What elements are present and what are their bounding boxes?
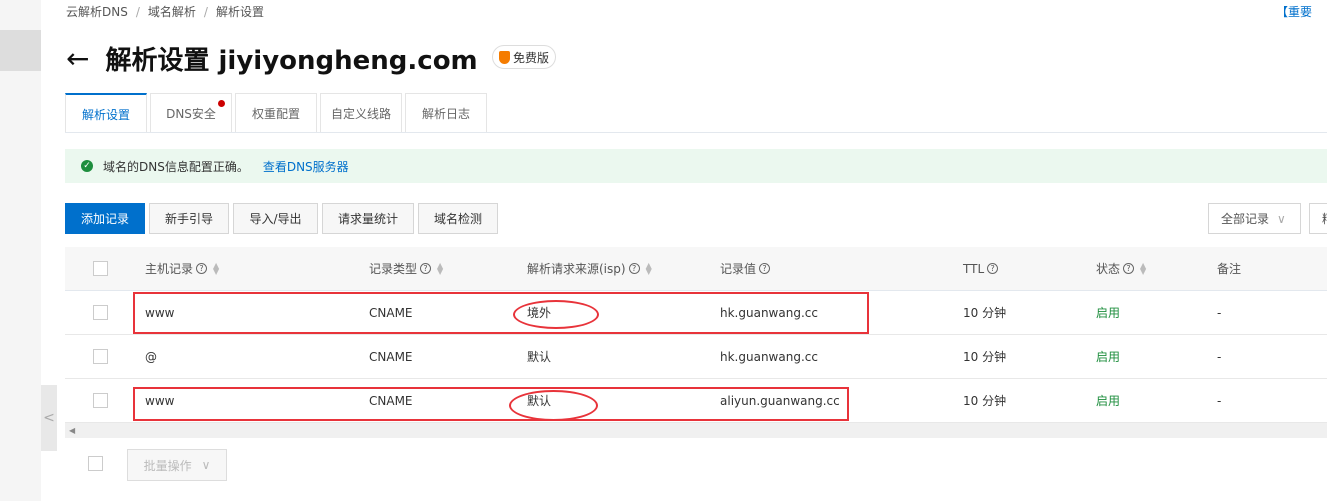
col-note: 备注: [1217, 262, 1242, 276]
tab-resolve-settings[interactable]: 解析设置: [65, 93, 147, 133]
notice-link[interactable]: 【重要: [1276, 3, 1312, 20]
sidebar: [0, 0, 41, 501]
cell-status: 启用: [1096, 306, 1121, 320]
horizontal-scrollbar[interactable]: ◀: [65, 423, 1327, 438]
record-filter-select[interactable]: 全部记录 ∨: [1208, 203, 1301, 234]
chevron-down-icon: ∨: [201, 458, 211, 472]
scroll-left-icon[interactable]: ◀: [69, 426, 75, 435]
sidebar-collapse-handle[interactable]: <: [41, 385, 57, 451]
col-host: 主机记录? ▲ ▼: [145, 260, 220, 276]
request-stats-button[interactable]: 请求量统计: [322, 203, 414, 234]
annotation-box: [133, 387, 849, 421]
select-all-checkbox[interactable]: [93, 261, 108, 276]
cell-ttl: 10 分钟: [963, 394, 1007, 408]
sort-icon[interactable]: ▲ ▼: [646, 261, 652, 275]
plan-badge: 免费版: [492, 45, 557, 69]
tab-label: 解析日志: [421, 107, 470, 121]
tab-label: 权重配置: [251, 107, 300, 121]
sort-icon[interactable]: ▲ ▼: [437, 261, 443, 275]
col-type: 记录类型? ▲ ▼: [369, 260, 444, 276]
cell-note: -: [1217, 349, 1222, 364]
cell-status: 启用: [1096, 350, 1121, 364]
cell-isp: 默认: [527, 350, 552, 364]
cell-value: hk.guanwang.cc: [720, 349, 818, 364]
tab-label: 解析设置: [81, 107, 130, 122]
cell-note: -: [1217, 305, 1222, 320]
search-select[interactable]: 精: [1309, 203, 1327, 234]
table-header: 主机记录? ▲ ▼ 记录类型? ▲ ▼ 解析请求来源(isp)? ▲ ▼ 记录值? TTL?…: [65, 247, 1327, 291]
cell-ttl: 10 分钟: [963, 350, 1007, 364]
breadcrumb-item[interactable]: 域名解析: [148, 5, 196, 19]
col-ttl: TTL?: [963, 247, 999, 290]
tab-dns-security[interactable]: DNS安全: [150, 93, 232, 133]
page-title: 解析设置 jiyiyongheng.com: [105, 46, 478, 76]
breadcrumb: 云解析DNS / 域名解析 / 解析设置: [66, 5, 264, 19]
notification-dot: [218, 100, 225, 107]
divider: [65, 132, 1327, 133]
cell-ttl: 10 分钟: [963, 306, 1007, 320]
col-value: 记录值?: [720, 247, 771, 290]
row-checkbox[interactable]: [93, 393, 108, 408]
annotation-ellipse: [513, 300, 599, 329]
help-icon[interactable]: ?: [420, 263, 432, 274]
filter-label: 全部记录: [1221, 212, 1270, 226]
badge-label: 免费版: [513, 50, 550, 65]
sidebar-item[interactable]: [0, 30, 41, 71]
help-icon[interactable]: ?: [1123, 263, 1135, 274]
help-icon[interactable]: ?: [628, 263, 640, 274]
sort-icon[interactable]: ▲ ▼: [213, 261, 219, 275]
col-isp: 解析请求来源(isp)? ▲ ▼: [527, 260, 652, 276]
cell-status: 启用: [1096, 394, 1121, 408]
breadcrumb-item: 解析设置: [215, 5, 264, 19]
annotation-ellipse: [509, 390, 598, 421]
col-status: 状态? ▲ ▼: [1096, 260, 1147, 276]
view-dns-servers-link[interactable]: 查看DNS服务器: [263, 158, 349, 175]
cell-type: CNAME: [369, 349, 413, 364]
sort-icon[interactable]: ▲ ▼: [1140, 261, 1146, 275]
back-arrow-icon[interactable]: ←: [66, 42, 89, 75]
chevron-down-icon: ∨: [1277, 211, 1286, 226]
help-icon[interactable]: ?: [759, 263, 771, 274]
tab-label: 自定义线路: [330, 107, 391, 121]
annotation-box: [133, 292, 869, 334]
search-label: 精: [1322, 210, 1327, 227]
breadcrumb-item[interactable]: 云解析DNS: [66, 5, 128, 19]
row-checkbox[interactable]: [93, 349, 108, 364]
bottom-select-all-checkbox[interactable]: [88, 456, 103, 471]
tab-resolve-log[interactable]: 解析日志: [405, 93, 487, 133]
alert-text: 域名的DNS信息配置正确。: [103, 159, 249, 174]
cell-note: -: [1217, 393, 1222, 408]
tab-label: DNS安全: [166, 107, 216, 121]
help-icon[interactable]: ?: [987, 263, 999, 274]
table-row: @ CNAME 默认 hk.guanwang.cc 10 分钟 启用 -: [65, 335, 1327, 379]
batch-label: 批量操作: [143, 458, 192, 473]
domain-check-button[interactable]: 域名检测: [418, 203, 498, 234]
chevron-left-icon: <: [43, 410, 55, 426]
page-title-wrap: ← 解析设置 jiyiyongheng.com: [66, 40, 478, 77]
tab-weight-config[interactable]: 权重配置: [235, 93, 317, 133]
shield-icon: [499, 50, 510, 64]
guide-button[interactable]: 新手引导: [149, 203, 229, 234]
check-circle-icon: ✓: [81, 160, 93, 172]
tabs: 解析设置 DNS安全 权重配置 自定义线路 解析日志: [65, 93, 490, 133]
cell-host: @: [145, 349, 157, 364]
help-icon[interactable]: ?: [196, 263, 208, 274]
batch-action-button[interactable]: 批量操作 ∨: [127, 449, 227, 481]
import-export-button[interactable]: 导入/导出: [233, 203, 318, 234]
dns-status-alert: ✓ 域名的DNS信息配置正确。 查看DNS服务器: [65, 149, 1327, 183]
row-checkbox[interactable]: [93, 305, 108, 320]
tab-custom-line[interactable]: 自定义线路: [320, 93, 402, 133]
add-record-button[interactable]: 添加记录: [65, 203, 145, 234]
